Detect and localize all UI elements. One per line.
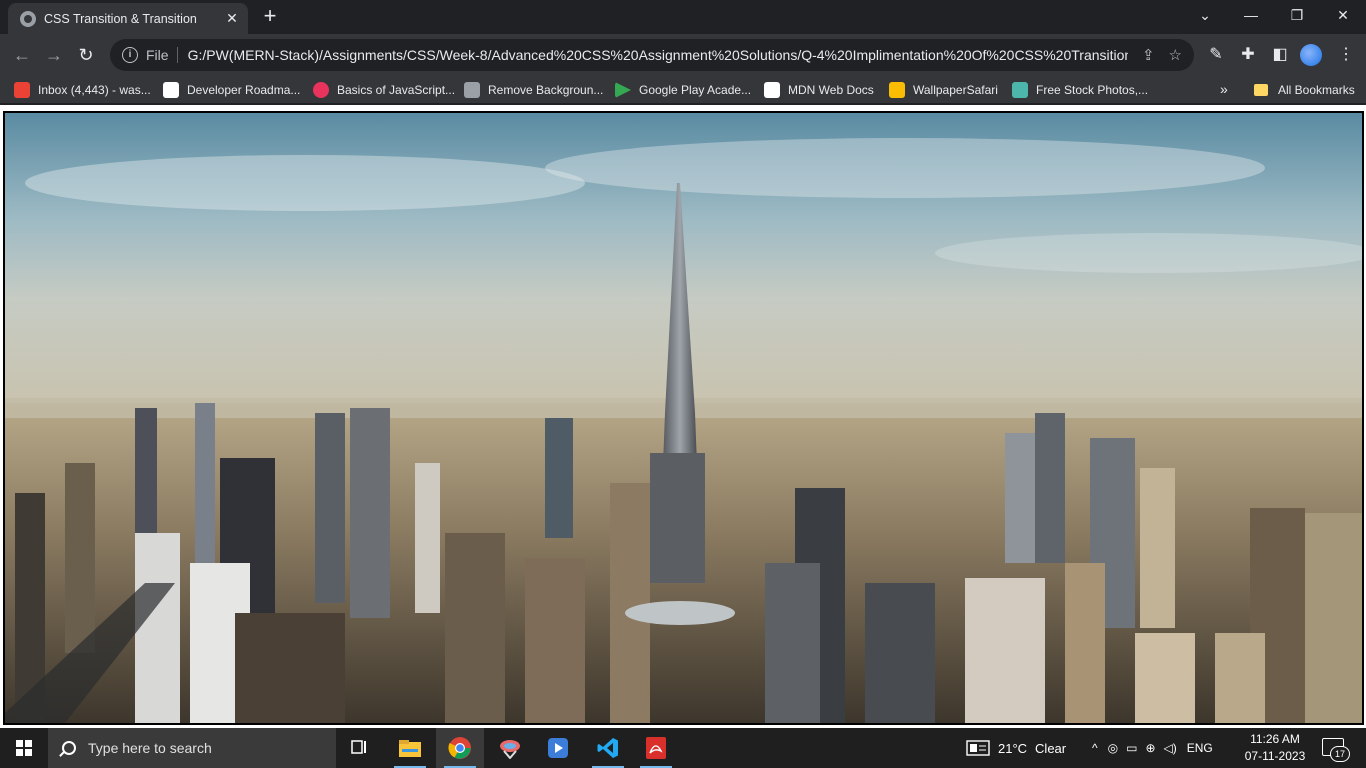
google-play-icon bbox=[615, 82, 631, 98]
browser-toolbar: ← → ↻ i File G:/PW(MERN-Stack)/Assignmen… bbox=[0, 34, 1366, 76]
restore-button[interactable]: ❐ bbox=[1274, 0, 1320, 30]
tab-strip: CSS Transition & Transition ✕ + ⌄ — ❐ ✕ bbox=[0, 0, 1366, 34]
scheme-label: File bbox=[146, 47, 169, 63]
omnibox-divider bbox=[176, 47, 178, 63]
all-bookmarks-button[interactable]: All Bookmarks bbox=[1254, 80, 1355, 100]
removebg-icon bbox=[464, 82, 480, 98]
bookmarks-overflow-button[interactable]: » bbox=[1220, 81, 1228, 97]
mdn-icon bbox=[764, 82, 780, 98]
weather-widget[interactable]: 21°C Clear bbox=[966, 728, 1066, 768]
task-view-icon[interactable] bbox=[336, 728, 384, 768]
bookmarks-bar: Inbox (4,443) - was... Developer Roadma.… bbox=[0, 76, 1366, 104]
eyedropper-icon[interactable]: ✎ bbox=[1204, 43, 1228, 67]
bookmark-item[interactable]: WallpaperSafari bbox=[889, 80, 998, 100]
stock-photos-icon bbox=[1012, 82, 1028, 98]
windows-logo-icon bbox=[16, 740, 32, 756]
reload-button[interactable]: ↻ bbox=[74, 43, 98, 67]
back-button[interactable]: ← bbox=[10, 43, 34, 67]
bookmark-item[interactable]: Remove Backgroun... bbox=[464, 80, 603, 100]
taskbar-search-box[interactable]: Type here to search bbox=[48, 728, 336, 768]
snipping-tool-icon[interactable] bbox=[486, 728, 534, 768]
info-icon[interactable]: i bbox=[122, 47, 138, 63]
windows-taskbar: Type here to search 21°C Clear ^ ◎ ▭ ⊕ ◁… bbox=[0, 728, 1366, 768]
bookmark-item[interactable]: Google Play Acade... bbox=[615, 80, 751, 100]
forward-button[interactable]: → bbox=[42, 43, 66, 67]
network-icon[interactable]: ⊕ bbox=[1145, 741, 1155, 755]
search-icon bbox=[62, 741, 76, 755]
menu-icon[interactable]: ⋮ bbox=[1334, 43, 1358, 67]
profile-avatar[interactable] bbox=[1300, 44, 1322, 66]
pdf-reader-icon[interactable] bbox=[632, 728, 680, 768]
tab-close-icon[interactable]: ✕ bbox=[224, 10, 240, 27]
tab-title: CSS Transition & Transition bbox=[44, 11, 197, 26]
extensions-icon[interactable]: ✚ bbox=[1236, 43, 1260, 67]
page-viewport bbox=[0, 105, 1366, 728]
close-window-button[interactable]: ✕ bbox=[1320, 0, 1366, 30]
gmail-icon bbox=[14, 82, 30, 98]
clock-date: 07-11-2023 bbox=[1244, 749, 1306, 763]
globe-icon bbox=[20, 10, 36, 27]
bookmark-item[interactable]: Free Stock Photos,... bbox=[1012, 80, 1148, 100]
system-tray: ^ ◎ ▭ ⊕ ◁) ENG bbox=[1092, 728, 1213, 768]
js-icon bbox=[313, 82, 329, 98]
file-explorer-icon[interactable] bbox=[386, 728, 434, 768]
notification-count-badge: 17 bbox=[1330, 746, 1350, 762]
show-hidden-icons-icon[interactable]: ^ bbox=[1092, 741, 1098, 755]
side-panel-icon[interactable]: ◧ bbox=[1268, 43, 1292, 67]
city-skyline-image bbox=[3, 111, 1364, 725]
clock-time: 11:26 AM bbox=[1250, 732, 1300, 746]
bookmark-item[interactable]: Inbox (4,443) - was... bbox=[14, 80, 151, 100]
chrome-icon[interactable] bbox=[436, 728, 484, 768]
bookmark-item[interactable]: Developer Roadma... bbox=[163, 80, 300, 100]
taskbar-clock[interactable]: 11:26 AM 07-11-2023 bbox=[1242, 731, 1308, 765]
new-tab-button[interactable]: + bbox=[258, 5, 282, 29]
minimize-button[interactable]: — bbox=[1228, 0, 1274, 30]
search-placeholder: Type here to search bbox=[88, 740, 212, 756]
address-bar[interactable]: i File G:/PW(MERN-Stack)/Assignments/CSS… bbox=[110, 39, 1194, 71]
bookmark-item[interactable]: Basics of JavaScript... bbox=[313, 80, 455, 100]
url-text[interactable]: G:/PW(MERN-Stack)/Assignments/CSS/Week-8… bbox=[188, 47, 1128, 63]
volume-icon[interactable]: ◁) bbox=[1164, 741, 1177, 755]
weather-temperature: 21°C bbox=[998, 740, 1028, 756]
browser-tab[interactable]: CSS Transition & Transition ✕ bbox=[8, 3, 248, 34]
wallpapersafari-icon bbox=[889, 82, 905, 98]
vscode-icon[interactable] bbox=[584, 728, 632, 768]
bookmark-star-icon[interactable]: ☆ bbox=[1169, 46, 1182, 64]
tab-search-button[interactable]: ⌄ bbox=[1182, 0, 1228, 30]
roadmap-icon bbox=[163, 82, 179, 98]
bookmark-item[interactable]: MDN Web Docs bbox=[764, 80, 874, 100]
weather-condition: Clear bbox=[1035, 740, 1067, 756]
skyline-illustration bbox=[5, 113, 1362, 723]
meet-now-icon[interactable]: ◎ bbox=[1108, 741, 1118, 755]
battery-icon[interactable]: ▭ bbox=[1126, 741, 1137, 755]
start-button[interactable] bbox=[0, 728, 48, 768]
share-icon[interactable]: ⇪ bbox=[1142, 46, 1155, 64]
input-language[interactable]: ENG bbox=[1187, 741, 1213, 755]
weather-icon bbox=[966, 740, 990, 756]
media-player-icon[interactable] bbox=[534, 728, 582, 768]
folder-icon bbox=[1254, 84, 1268, 96]
